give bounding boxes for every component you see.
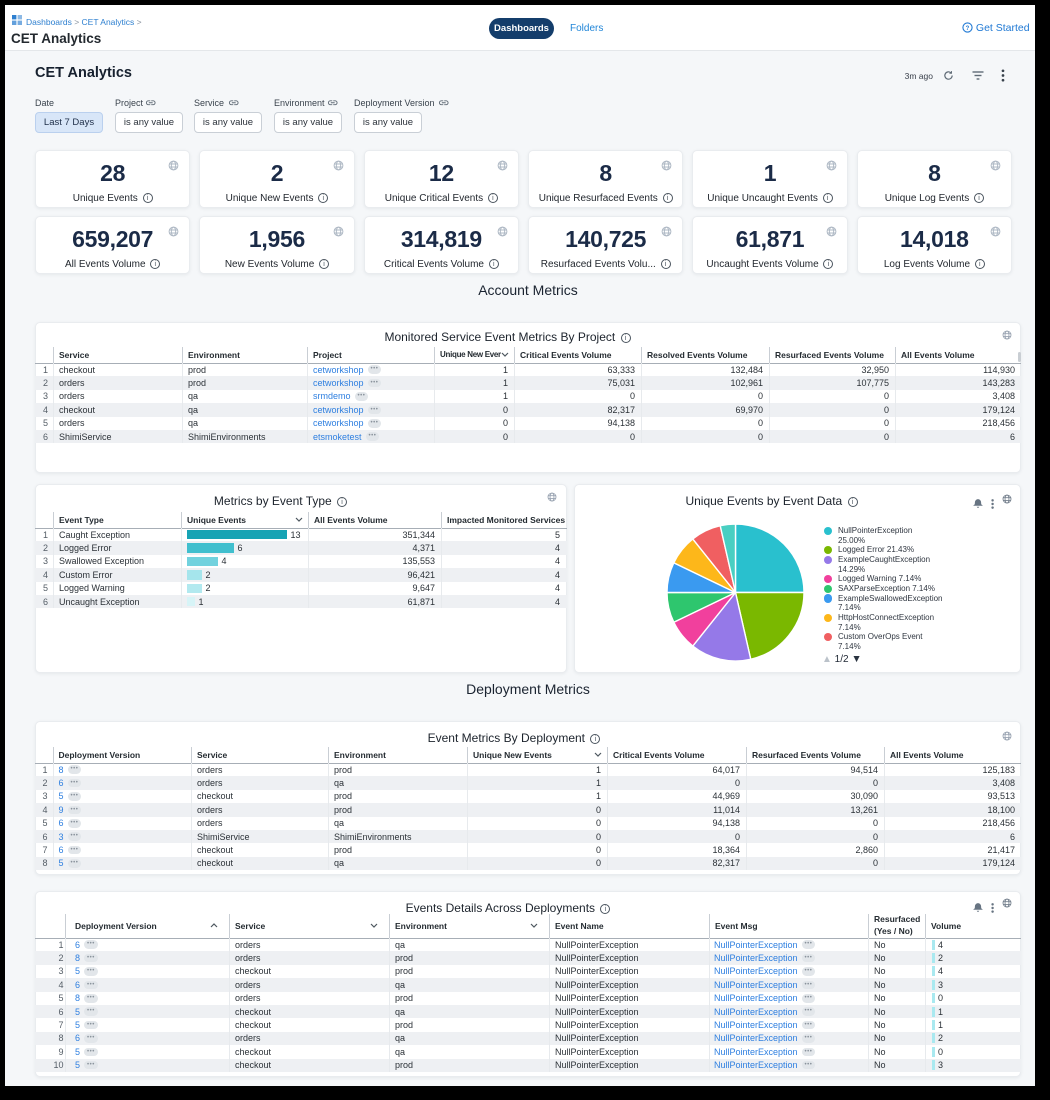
svg-text:?: ? bbox=[966, 26, 970, 32]
